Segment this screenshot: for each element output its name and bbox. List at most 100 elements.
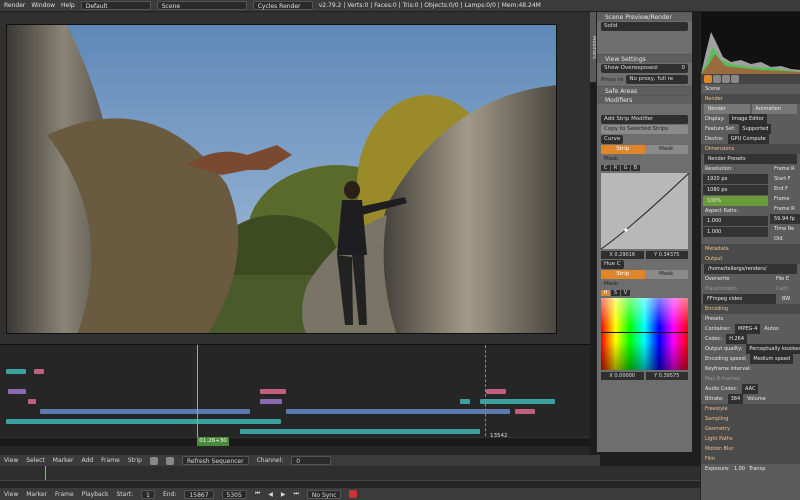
strip[interactable]	[6, 419, 281, 424]
sync-dropdown[interactable]: No Sync	[306, 489, 342, 499]
panel-sampling[interactable]: Sampling	[701, 414, 800, 424]
strip[interactable]	[40, 409, 250, 414]
fps-dropdown[interactable]: 59.94 fp	[770, 214, 800, 224]
current-frame-field[interactable]: 5305	[221, 489, 247, 499]
hue-channel-h[interactable]: H	[601, 290, 610, 296]
bitrate-field[interactable]: 384	[727, 394, 744, 404]
exposure-field[interactable]: 1.00	[734, 464, 745, 474]
strip[interactable]	[34, 369, 44, 374]
timeline-menu-frame[interactable]: Frame	[55, 491, 74, 498]
hue-mask-tab[interactable]: Mask	[644, 270, 688, 279]
menu-help[interactable]: Help	[61, 2, 75, 9]
solid-dropdown[interactable]: Solid	[601, 22, 688, 31]
resolution-x-field[interactable]: 1920 px	[703, 174, 768, 184]
hue-strip-tab[interactable]: Strip	[601, 270, 645, 279]
menu-add[interactable]: Add	[82, 457, 94, 464]
time-old-field[interactable]: Old	[770, 234, 800, 244]
panel-output[interactable]: Output	[701, 254, 800, 264]
output-quality-dropdown[interactable]: Perceptually lossless	[746, 344, 800, 354]
hue-channel-v[interactable]: V	[621, 290, 630, 296]
curve-channel-g[interactable]: G	[621, 165, 630, 171]
panel-dimensions[interactable]: Dimensions	[701, 144, 800, 154]
curve-mask-tab[interactable]: Mask	[644, 145, 688, 154]
world-context-icon[interactable]	[731, 75, 739, 83]
codec-dropdown[interactable]: H.264	[726, 334, 748, 344]
curve-graph[interactable]	[600, 172, 690, 250]
cache-checkbox[interactable]: Cach	[772, 284, 800, 294]
timeline-menu-playback[interactable]: Playback	[82, 491, 109, 498]
panel-render[interactable]: Render	[701, 94, 800, 104]
volume-field[interactable]: Volume	[747, 394, 766, 404]
frame-step-field[interactable]: Frame	[770, 194, 800, 204]
panel-freestyle[interactable]: Freestyle	[701, 404, 800, 414]
menu-select[interactable]: Select	[26, 457, 45, 464]
playhead-line[interactable]	[197, 345, 198, 445]
file-extensions-checkbox[interactable]: File E	[772, 274, 800, 284]
start-frame-field[interactable]: 1	[141, 489, 155, 499]
strip[interactable]	[480, 399, 555, 404]
keyframe-interval-field[interactable]: Keyframe interval:	[701, 364, 800, 374]
device-dropdown[interactable]: GPU Compute	[727, 134, 769, 144]
panel-view-settings[interactable]: View Settings	[597, 54, 692, 63]
timeline-area[interactable]	[0, 466, 700, 488]
panel-film[interactable]: Film	[701, 454, 800, 464]
max-b-frames-checkbox[interactable]: Max B-frames	[701, 374, 800, 384]
scene-context-icon[interactable]	[722, 75, 730, 83]
refresh-sequencer-button[interactable]: Refresh Sequencer	[181, 456, 249, 465]
hue-y-field[interactable]: Y 0.39575	[645, 372, 688, 380]
strip[interactable]	[286, 409, 510, 414]
play-icon[interactable]: ▶	[281, 491, 286, 498]
jump-end-icon[interactable]: ⏭	[293, 490, 298, 498]
timeline-menu-view[interactable]: View	[4, 491, 18, 498]
strip[interactable]	[260, 389, 286, 394]
end-frame-field[interactable]: End F	[770, 184, 800, 194]
curve-x-field[interactable]: X 0.29016	[601, 251, 644, 259]
strip[interactable]	[6, 369, 26, 374]
strip[interactable]	[460, 399, 470, 404]
jump-start-icon[interactable]: ⏮	[255, 490, 260, 498]
add-strip-modifier-dropdown[interactable]: Add Strip Modifier	[601, 115, 688, 124]
strip[interactable]	[515, 409, 535, 414]
transparent-checkbox[interactable]: Transp	[749, 464, 765, 474]
animation-button[interactable]: Animation	[751, 104, 797, 114]
aspect-x-field[interactable]: 1.000	[703, 216, 768, 226]
strip[interactable]	[260, 399, 282, 404]
panel-metadata[interactable]: Metadata	[701, 244, 800, 254]
aspect-y-field[interactable]: 1.000	[703, 227, 768, 237]
hue-modifier-name[interactable]: Hue C	[601, 260, 624, 269]
render-context-icon[interactable]	[704, 75, 712, 83]
strip[interactable]	[486, 389, 506, 394]
menu-frame[interactable]: Frame	[101, 457, 120, 464]
timeline-ruler[interactable]	[0, 480, 700, 488]
hue-channel-s[interactable]: S	[611, 290, 620, 296]
feature-set-dropdown[interactable]: Supported	[739, 124, 772, 134]
autosplit-checkbox[interactable]: Autos	[764, 324, 778, 334]
panel-scene-preview[interactable]: Scene Preview/Render	[597, 12, 692, 21]
view-type-icon[interactable]	[149, 456, 158, 465]
menu-strip[interactable]: Strip	[128, 457, 142, 464]
display-dropdown[interactable]: Image Editor	[728, 114, 767, 124]
panel-modifiers[interactable]: Modifiers	[597, 95, 692, 104]
sequencer-strips-area[interactable]: 01:26+30 13542	[0, 344, 590, 456]
curve-channel-b[interactable]: B	[631, 165, 640, 171]
channel-field[interactable]: 0	[291, 456, 332, 465]
curve-strip-tab[interactable]: Strip	[601, 145, 645, 154]
color-bw-button[interactable]: BW	[778, 294, 800, 304]
start-frame-field[interactable]: Start F	[770, 174, 800, 184]
overwrite-checkbox[interactable]: Overwrite	[701, 274, 772, 284]
panel-geometry[interactable]: Geometry	[701, 424, 800, 434]
output-path-field[interactable]: /home/tellergs/renders/	[704, 264, 797, 274]
proxy-dropdown[interactable]: No proxy, full re	[626, 75, 688, 84]
layers-context-icon[interactable]	[713, 75, 721, 83]
layout-dropdown[interactable]: Default	[80, 1, 151, 10]
hue-x-field[interactable]: X 0.00000	[601, 372, 644, 380]
placeholders-checkbox[interactable]: Placeholders	[701, 284, 772, 294]
strip[interactable]	[28, 399, 36, 404]
menu-marker[interactable]: Marker	[53, 457, 74, 464]
strip[interactable]	[8, 389, 26, 394]
curve-y-field[interactable]: Y 0.34375	[645, 251, 688, 259]
scene-dropdown[interactable]: Scene	[156, 1, 247, 10]
menu-render[interactable]: Render	[4, 2, 25, 9]
timeline-menu-marker[interactable]: Marker	[26, 491, 47, 498]
record-icon[interactable]	[349, 490, 358, 498]
